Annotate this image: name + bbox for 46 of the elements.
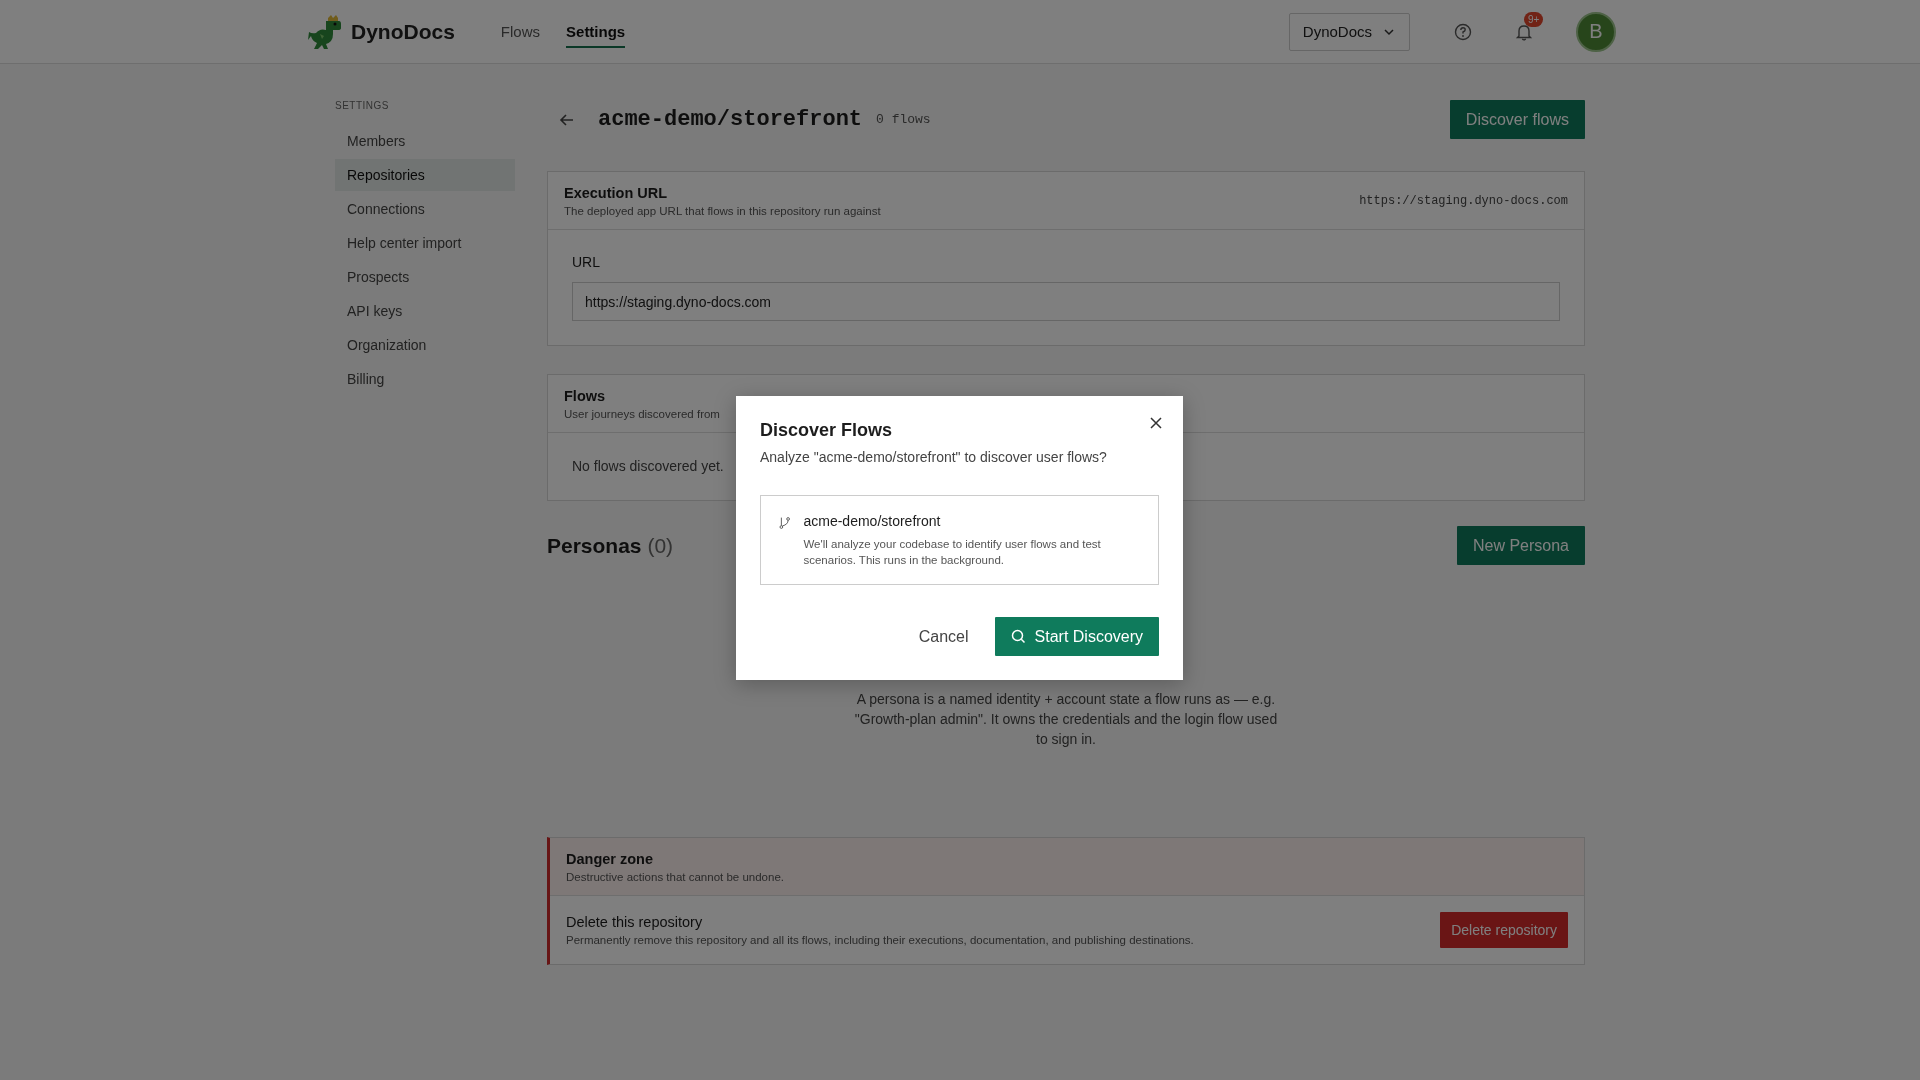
sidebar-item[interactable]: Repositories bbox=[335, 159, 515, 191]
section-title: Personas bbox=[547, 533, 642, 557]
persona-description: A persona is a named identity + account state a flow runs as — e.g. "Growth-plan admin". It owns the credentials and the login flow used to sign in. bbox=[853, 690, 1279, 749]
sidebar-item[interactable]: Help center import bbox=[335, 227, 515, 259]
url-value: https://staging.dyno-docs.com bbox=[1359, 194, 1568, 208]
sidebar-item[interactable]: API keys bbox=[335, 295, 515, 327]
card-title: Danger zone bbox=[566, 851, 654, 867]
field-label: URL bbox=[572, 254, 601, 270]
card-title: Execution URL bbox=[564, 185, 669, 201]
new-persona-button[interactable]: New Persona bbox=[1456, 526, 1585, 565]
url-input-field[interactable]: https://staging.dyno-docs.com bbox=[572, 282, 1560, 321]
dialog-title: Discover Flows bbox=[760, 420, 893, 441]
sidebar-item[interactable]: Members bbox=[335, 125, 515, 157]
flow-count: 0 flows bbox=[876, 112, 931, 127]
sidebar-item[interactable]: Prospects bbox=[335, 261, 515, 293]
row-description: Permanently remove this repository and all its flows, including their executions, documentation, and publishing destinations. bbox=[566, 934, 1194, 946]
card-subtitle: The deployed app URL that flows in this repository run against bbox=[564, 205, 881, 217]
persona-count: (0) bbox=[647, 533, 674, 557]
help-icon[interactable] bbox=[1454, 22, 1472, 41]
card-title: Flows bbox=[564, 388, 607, 404]
card-subtitle: Destructive actions that cannot be undone. bbox=[566, 871, 784, 883]
dialog-question: Analyze "acme-demo/storefront" to discover user flows? bbox=[760, 449, 1107, 465]
sidebar-item[interactable]: Organization bbox=[335, 329, 515, 361]
sidebar-item[interactable]: Billing bbox=[335, 363, 515, 395]
empty-message: No flows discovered yet. bbox=[572, 458, 724, 474]
delete-repository-button[interactable]: Delete repository bbox=[1440, 912, 1568, 948]
repository-title: acme-demo/storefront bbox=[598, 107, 863, 132]
nav-tab[interactable]: Flows bbox=[500, 15, 541, 48]
sidebar-item[interactable]: Connections bbox=[335, 193, 515, 225]
sidebar-heading: SETTINGS bbox=[335, 100, 390, 111]
user-avatar[interactable]: B bbox=[1576, 11, 1616, 52]
repository-description: We'll analyze your codebase to identify user flows and test scenarios. This runs in the background. bbox=[803, 537, 1102, 568]
repository-name: acme-demo/storefront bbox=[803, 513, 942, 529]
card-subtitle: User journeys discovered from bbox=[564, 408, 720, 420]
modal-backdrop[interactable] bbox=[0, 0, 1920, 1080]
notification-badge: 9+ bbox=[1524, 11, 1544, 27]
row-title: Delete this repository bbox=[566, 914, 704, 930]
brand-name[interactable]: DynoDocs bbox=[351, 19, 455, 44]
nav-tab[interactable]: Settings bbox=[566, 15, 626, 48]
workspace-select[interactable]: DynoDocs bbox=[1288, 12, 1410, 51]
search-icon bbox=[1010, 629, 1026, 644]
close-icon[interactable] bbox=[1149, 416, 1163, 430]
start-discovery-button[interactable]: Start Discovery bbox=[994, 617, 1159, 656]
discover-flows-button[interactable]: Discover flows bbox=[1449, 100, 1585, 139]
cancel-button[interactable]: Cancel bbox=[912, 619, 975, 654]
dinosaur-logo-icon bbox=[308, 13, 342, 50]
